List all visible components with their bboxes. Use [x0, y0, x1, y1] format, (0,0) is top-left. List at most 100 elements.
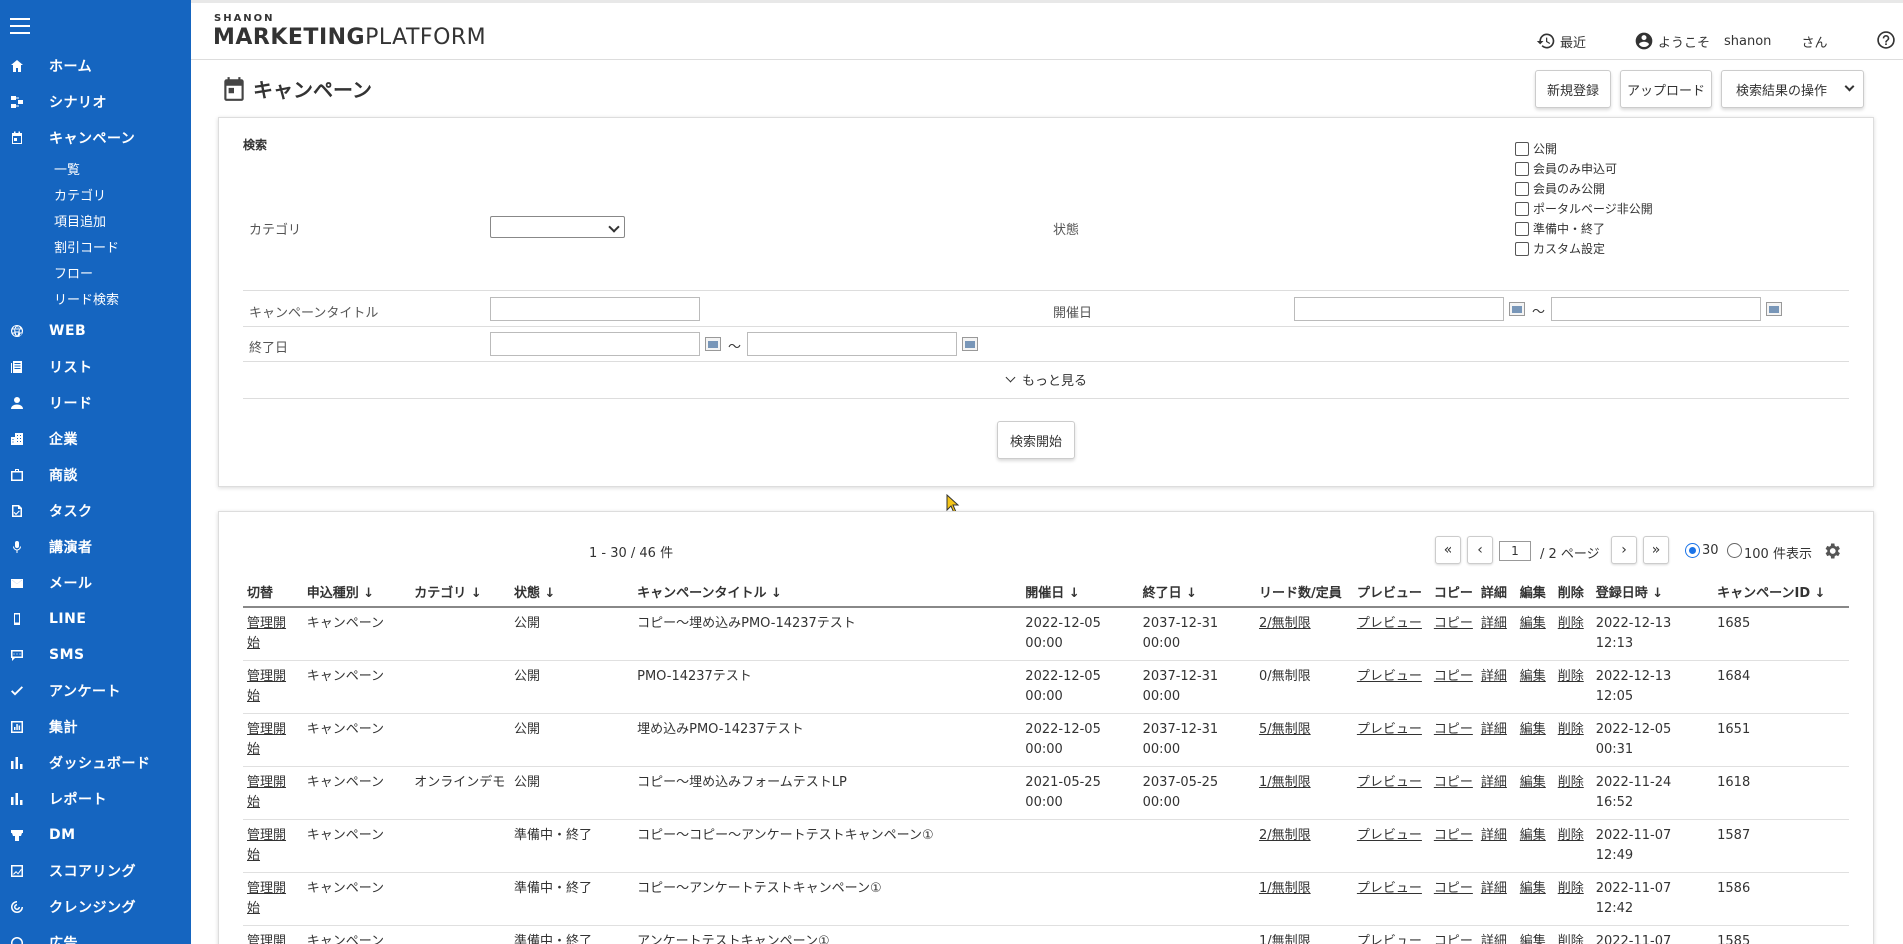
preview-link[interactable]: プレビュー [1357, 669, 1422, 684]
lead-count[interactable]: 1/無制限 [1254, 872, 1353, 926]
delete-link[interactable]: 削除 [1558, 934, 1584, 944]
end-date-from-input[interactable] [490, 332, 700, 356]
column-header[interactable]: 状態 ↓ [510, 576, 634, 608]
sidebar-item-2[interactable]: シナリオ [0, 87, 191, 117]
sidebar-item-9[interactable]: タスク [0, 496, 191, 526]
detail-link[interactable]: 詳細 [1481, 775, 1507, 790]
lead-count[interactable]: 2/無制限 [1254, 607, 1353, 661]
status-checkbox[interactable] [1515, 221, 1529, 236]
sidebar-item-7[interactable]: 企業 [0, 424, 191, 454]
status-checkbox[interactable] [1515, 241, 1529, 256]
help-button[interactable] [1876, 30, 1900, 50]
column-header[interactable]: キャンペーンID ↓ [1713, 576, 1849, 608]
sidebar-item-16[interactable]: ダッシュボード [0, 748, 191, 778]
menu-icon[interactable] [10, 18, 30, 34]
status-option[interactable]: 会員のみ申込可 [1515, 160, 1617, 177]
lead-count[interactable]: 1/無制限 [1254, 925, 1353, 944]
sidebar-item-17[interactable]: レポート [0, 784, 191, 814]
preview-link[interactable]: プレビュー [1357, 934, 1422, 944]
sidebar-item-3[interactable]: キャンペーン [0, 123, 191, 153]
delete-link[interactable]: 削除 [1558, 881, 1584, 896]
edit-link[interactable]: 編集 [1520, 775, 1546, 790]
event-date-from-input[interactable] [1294, 297, 1504, 321]
column-header[interactable]: カテゴリ ↓ [410, 576, 510, 608]
preview-link[interactable]: プレビュー [1357, 828, 1422, 843]
edit-link[interactable]: 編集 [1520, 669, 1546, 684]
delete-link[interactable]: 削除 [1558, 722, 1584, 737]
sidebar-item-6[interactable]: リード [0, 388, 191, 418]
edit-link[interactable]: 編集 [1520, 828, 1546, 843]
lead-count[interactable]: 5/無制限 [1254, 713, 1353, 767]
campaign-subitem-6[interactable]: リード検索 [54, 289, 119, 308]
per-page-30-radio[interactable] [1685, 543, 1700, 558]
show-more-toggle[interactable]: もっと見る [1005, 370, 1087, 389]
preview-link[interactable]: プレビュー [1357, 616, 1422, 631]
prev-page-button[interactable]: ‹ [1467, 536, 1493, 564]
preview-link[interactable]: プレビュー [1357, 881, 1422, 896]
edit-link[interactable]: 編集 [1520, 616, 1546, 631]
per-page-100-radio[interactable] [1727, 543, 1742, 558]
user-menu[interactable]: ようこそ shanon さん [1634, 31, 1827, 51]
status-checkbox[interactable] [1515, 201, 1529, 216]
copy-link[interactable]: コピー [1434, 722, 1473, 737]
copy-link[interactable]: コピー [1434, 669, 1473, 684]
status-option[interactable]: 公開 [1515, 140, 1557, 157]
start-management-link[interactable]: 管理開始 [247, 616, 286, 651]
detail-link[interactable]: 詳細 [1481, 616, 1507, 631]
next-page-button[interactable]: › [1611, 536, 1637, 564]
sidebar-item-18[interactable]: DM [0, 820, 191, 850]
campaign-subitem-4[interactable]: 割引コード [54, 237, 119, 256]
sidebar-item-15[interactable]: 集計 [0, 712, 191, 742]
edit-link[interactable]: 編集 [1520, 881, 1546, 896]
start-management-link[interactable]: 管理開始 [247, 934, 286, 944]
campaign-title-input[interactable] [490, 297, 700, 321]
campaign-subitem-1[interactable]: 一覧 [54, 159, 80, 178]
sidebar-item-4[interactable]: WEB [0, 316, 191, 346]
detail-link[interactable]: 詳細 [1481, 828, 1507, 843]
sidebar-item-13[interactable]: SMS [0, 640, 191, 670]
copy-link[interactable]: コピー [1434, 934, 1473, 944]
edit-link[interactable]: 編集 [1520, 934, 1546, 944]
sidebar-item-21[interactable]: 広告 [0, 928, 191, 944]
sidebar-item-20[interactable]: クレンジング [0, 892, 191, 922]
status-checkbox[interactable] [1515, 161, 1529, 176]
preview-link[interactable]: プレビュー [1357, 775, 1422, 790]
sidebar-item-12[interactable]: LINE [0, 604, 191, 634]
preview-link[interactable]: プレビュー [1357, 722, 1422, 737]
sidebar-item-14[interactable]: アンケート [0, 676, 191, 706]
end-date-to-input[interactable] [747, 332, 957, 356]
edit-link[interactable]: 編集 [1520, 722, 1546, 737]
copy-link[interactable]: コピー [1434, 616, 1473, 631]
event-date-to-input[interactable] [1551, 297, 1761, 321]
status-option[interactable]: 準備中・終了 [1515, 220, 1605, 237]
calendar-picker-icon[interactable] [1509, 302, 1525, 316]
detail-link[interactable]: 詳細 [1481, 669, 1507, 684]
status-checkbox[interactable] [1515, 141, 1529, 156]
calendar-picker-icon[interactable] [705, 337, 721, 351]
delete-link[interactable]: 削除 [1558, 775, 1584, 790]
first-page-button[interactable]: « [1435, 536, 1461, 564]
sidebar-item-10[interactable]: 講演者 [0, 532, 191, 562]
sidebar-item-8[interactable]: 商談 [0, 460, 191, 490]
copy-link[interactable]: コピー [1434, 828, 1473, 843]
status-checkbox[interactable] [1515, 181, 1529, 196]
category-select[interactable] [490, 216, 625, 238]
column-header[interactable]: 終了日 ↓ [1138, 576, 1255, 608]
start-management-link[interactable]: 管理開始 [247, 881, 286, 916]
calendar-picker-icon[interactable] [1766, 302, 1782, 316]
detail-link[interactable]: 詳細 [1481, 881, 1507, 896]
column-header[interactable]: 開催日 ↓ [1021, 576, 1139, 608]
sidebar-item-1[interactable]: ホーム [0, 51, 191, 81]
gear-icon[interactable] [1822, 541, 1842, 561]
status-option[interactable]: ポータルページ非公開 [1515, 200, 1653, 217]
copy-link[interactable]: コピー [1434, 775, 1473, 790]
lead-count[interactable]: 2/無制限 [1254, 819, 1353, 873]
delete-link[interactable]: 削除 [1558, 616, 1584, 631]
start-management-link[interactable]: 管理開始 [247, 722, 286, 757]
start-management-link[interactable]: 管理開始 [247, 669, 286, 704]
start-management-link[interactable]: 管理開始 [247, 775, 286, 810]
sidebar-item-11[interactable]: メール [0, 568, 191, 598]
last-page-button[interactable]: » [1643, 536, 1669, 564]
campaign-subitem-5[interactable]: フロー [54, 263, 93, 282]
new-button[interactable]: 新規登録 [1535, 70, 1611, 108]
